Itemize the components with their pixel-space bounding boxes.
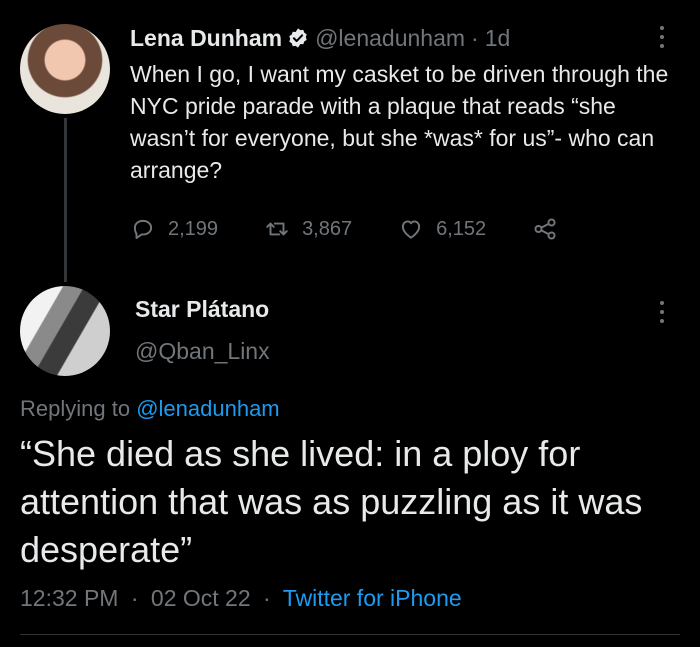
tweet-date[interactable]: 02 Oct 22 bbox=[151, 585, 251, 611]
original-tweet[interactable]: Lena Dunham @lenadunham · 1d When I go, … bbox=[0, 0, 700, 282]
reply-count: 2,199 bbox=[168, 217, 219, 240]
tweet-header: Lena Dunham @lenadunham · 1d bbox=[130, 22, 510, 54]
avatar[interactable] bbox=[20, 24, 110, 114]
avatar[interactable] bbox=[20, 286, 110, 376]
retweet-icon bbox=[266, 222, 288, 236]
author-handle[interactable]: @lenadunham bbox=[315, 25, 465, 52]
separator-dot: · bbox=[130, 585, 139, 611]
replying-to-handle-link[interactable]: @lenadunham bbox=[136, 396, 279, 421]
divider bbox=[20, 634, 680, 635]
retweet-count: 3,867 bbox=[302, 217, 353, 240]
reply-button[interactable]: 2,199 bbox=[130, 216, 218, 242]
reply-icon bbox=[133, 219, 153, 239]
verified-badge-icon bbox=[287, 27, 309, 49]
tweet-meta: 12:32 PM · 02 Oct 22 · Twitter for iPhon… bbox=[20, 585, 462, 612]
like-button[interactable]: 6,152 bbox=[398, 216, 486, 242]
tweet-time[interactable]: 12:32 PM bbox=[20, 585, 118, 611]
share-button[interactable] bbox=[532, 216, 558, 242]
author-name[interactable]: Star Plátano bbox=[135, 296, 269, 323]
more-options-icon[interactable] bbox=[652, 297, 672, 327]
reply-tweet-text: “She died as she lived: in a ploy for at… bbox=[20, 433, 643, 570]
tweet-actions: 2,199 3,867 6,152 bbox=[130, 212, 600, 246]
retweet-button[interactable]: 3,867 bbox=[264, 216, 352, 242]
replying-to: Replying to @lenadunham bbox=[20, 396, 280, 422]
share-icon bbox=[534, 218, 556, 240]
tweet-text: When I go, I want my casket to be driven… bbox=[130, 61, 669, 183]
tweet-source-link[interactable]: Twitter for iPhone bbox=[283, 585, 462, 611]
author-handle[interactable]: @Qban_Linx bbox=[135, 338, 270, 365]
separator-dot: · bbox=[471, 24, 479, 51]
thread-line bbox=[64, 118, 67, 282]
more-options-icon[interactable] bbox=[652, 22, 672, 52]
author-name[interactable]: Lena Dunham bbox=[130, 25, 282, 52]
heart-icon bbox=[402, 220, 421, 239]
like-count: 6,152 bbox=[436, 217, 487, 240]
replying-to-label: Replying to bbox=[20, 396, 131, 421]
separator-dot: · bbox=[263, 585, 271, 611]
timestamp[interactable]: 1d bbox=[485, 25, 511, 52]
